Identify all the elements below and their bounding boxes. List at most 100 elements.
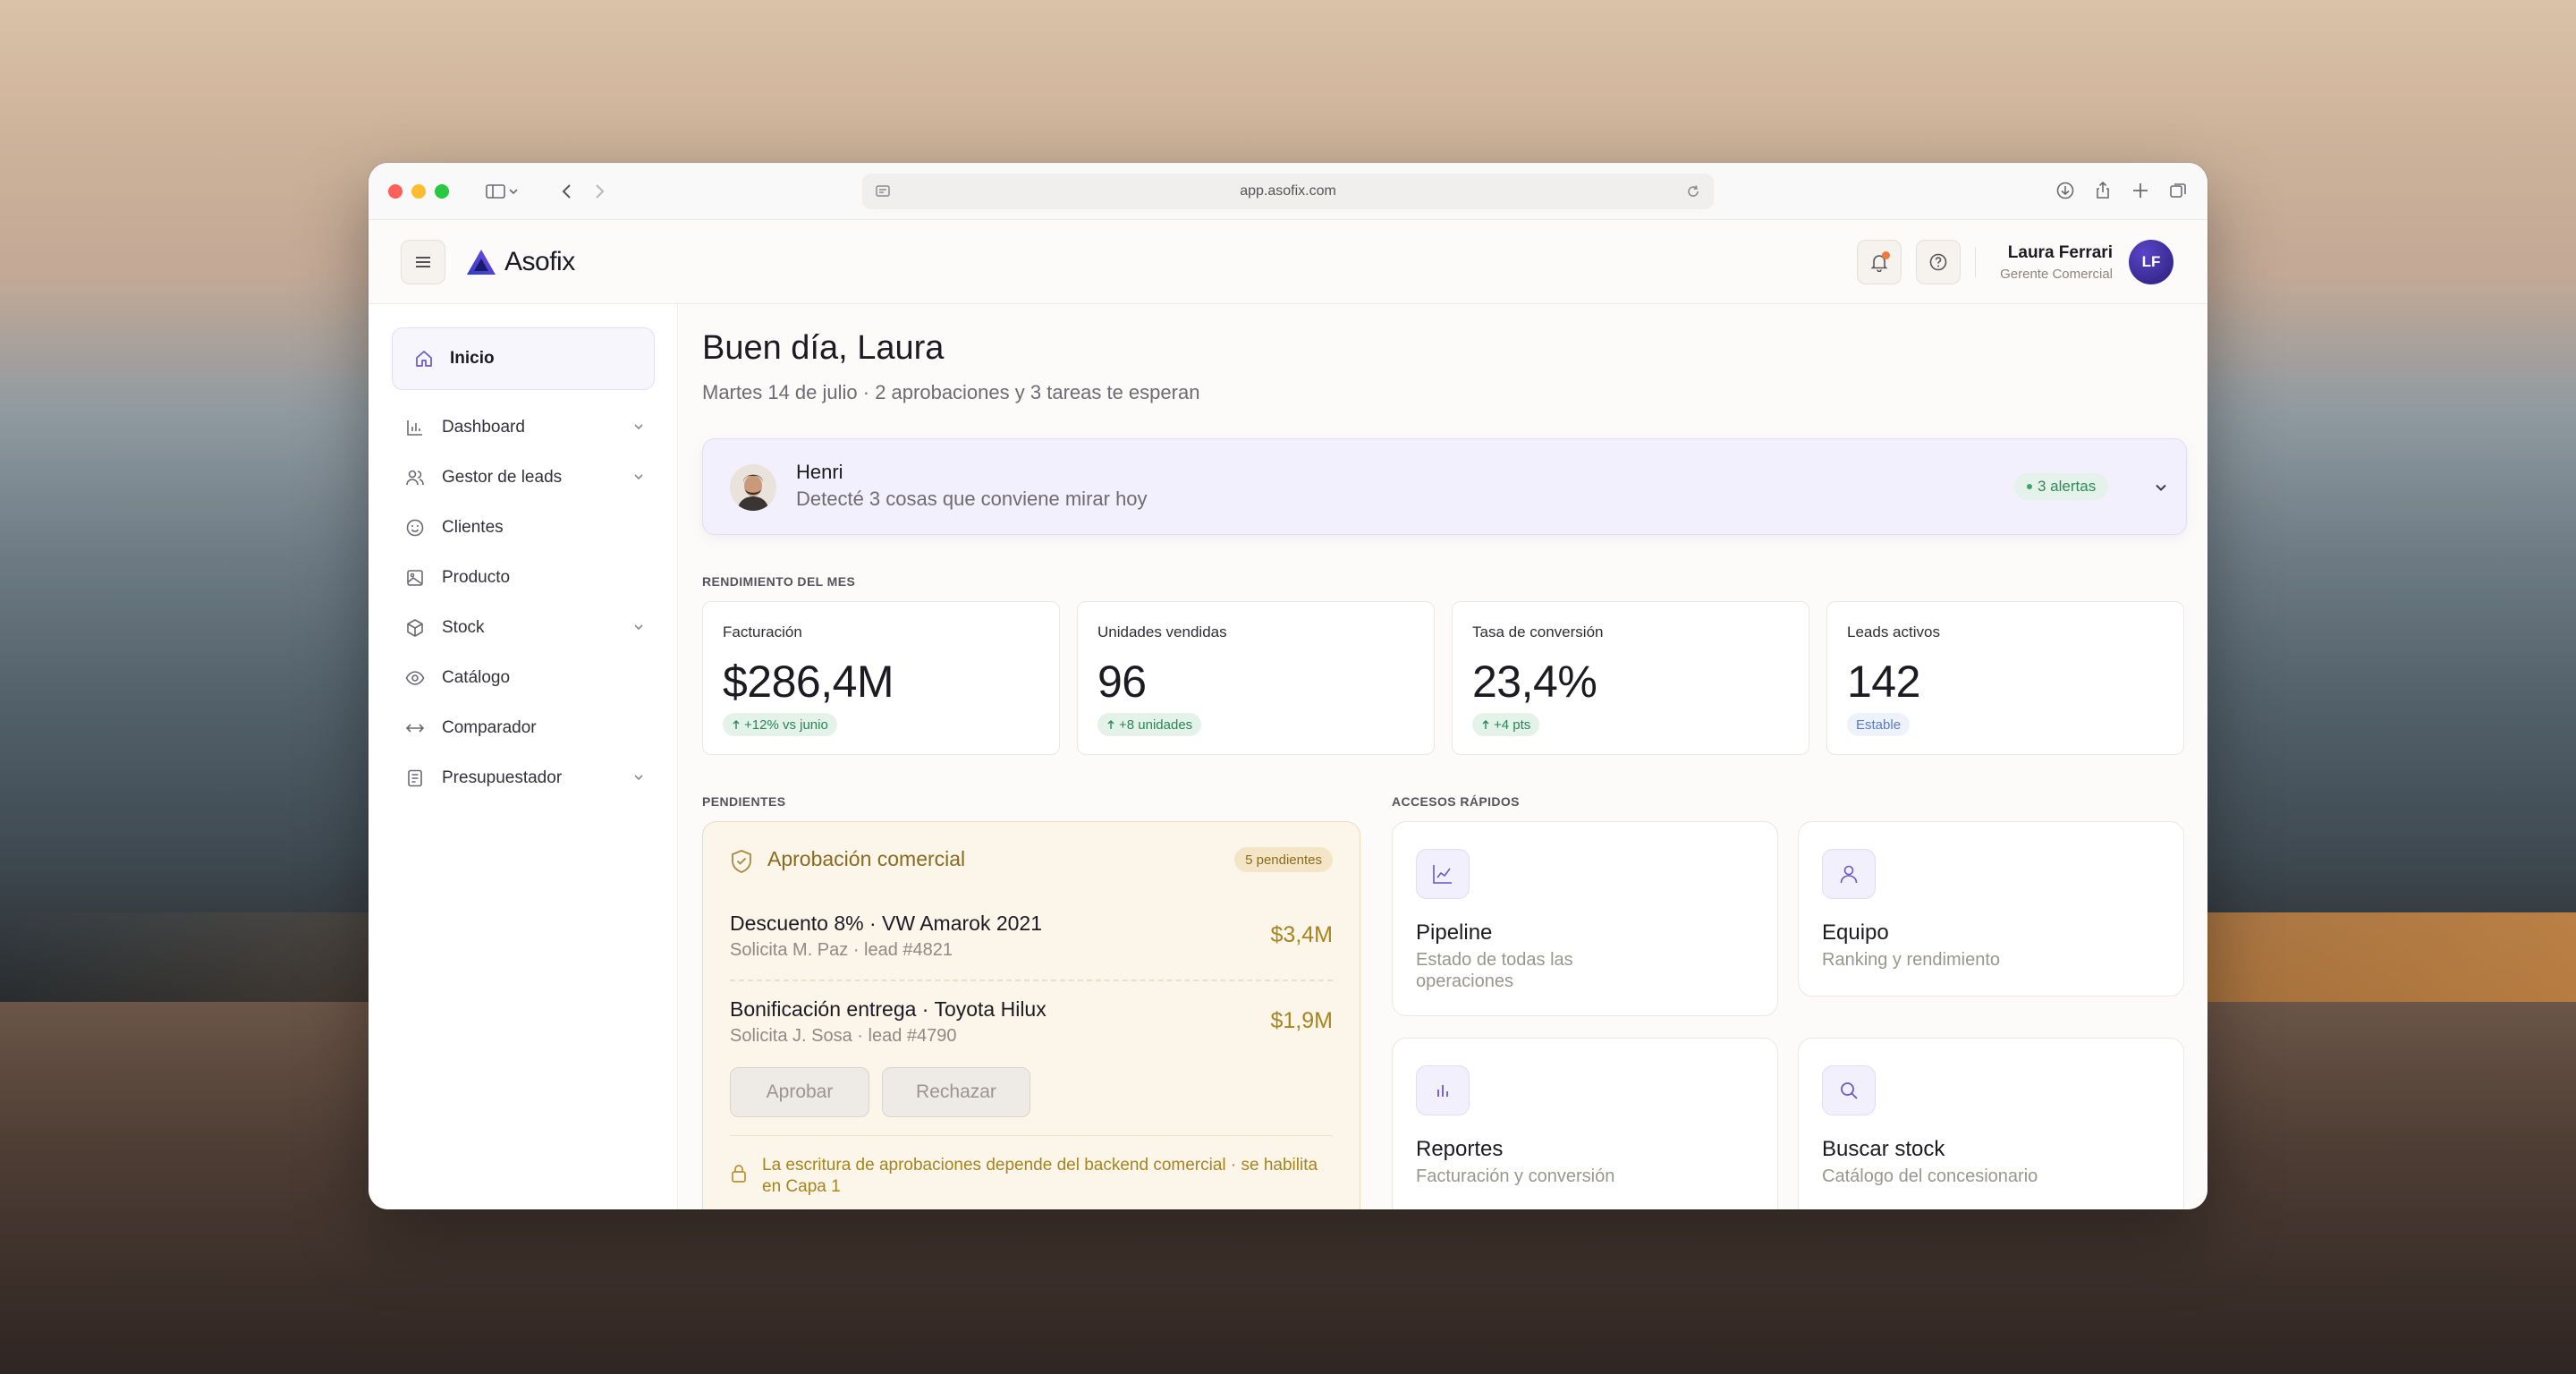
bar-chart-icon bbox=[1416, 1065, 1470, 1115]
kpi-trend-badge: +12% vs junio bbox=[723, 713, 837, 736]
kpi-value: $286,4M bbox=[723, 657, 894, 707]
page-settings-icon[interactable] bbox=[875, 183, 891, 204]
quick-access-pipeline[interactable]: Pipeline Estado de todas las operaciones bbox=[1392, 821, 1778, 1016]
kpi-label: Facturación bbox=[723, 623, 802, 640]
download-icon[interactable] bbox=[2054, 179, 2077, 202]
alerts-badge[interactable]: 3 alertas bbox=[2014, 473, 2109, 500]
sidebar-item-label: Dashboard bbox=[442, 418, 525, 437]
chevron-down-icon[interactable] bbox=[631, 420, 646, 434]
notification-dot bbox=[1882, 251, 1890, 259]
sidebar-item-gestor-de-leads[interactable]: Gestor de leads bbox=[404, 460, 646, 496]
quick-access-reportes[interactable]: Reportes Facturación y conversión bbox=[1392, 1038, 1778, 1209]
home-icon bbox=[416, 351, 432, 367]
quick-access-equipo[interactable]: Equipo Ranking y rendimiento bbox=[1798, 821, 2184, 997]
sidebar-item-inicio[interactable]: Inicio bbox=[392, 327, 655, 390]
quick-access-buscar-stock[interactable]: Buscar stock Catálogo del concesionario bbox=[1798, 1038, 2184, 1209]
sidebar-item-stock[interactable]: Stock bbox=[404, 610, 646, 646]
approval-row-amount: $3,4M bbox=[1270, 922, 1333, 947]
url-text: app.asofix.com bbox=[1240, 183, 1336, 199]
quick-access-title: Reportes bbox=[1416, 1137, 1504, 1161]
menu-button[interactable] bbox=[401, 240, 445, 284]
line-chart-icon bbox=[1416, 849, 1470, 899]
help-icon bbox=[1929, 253, 1947, 271]
kpi-badge-text: Estable bbox=[1856, 717, 1902, 733]
kpi-card-leads[interactable]: Leads activos 142 Estable bbox=[1826, 601, 2184, 755]
sidebar-item-presupuestador[interactable]: Presupuestador bbox=[404, 760, 646, 796]
sidebar-item-clientes[interactable]: Clientes bbox=[404, 510, 646, 546]
kpi-card-unidades[interactable]: Unidades vendidas 96 +8 unidades bbox=[1077, 601, 1435, 755]
notifications-button[interactable] bbox=[1857, 240, 1902, 284]
assistant-name: Henri bbox=[796, 461, 843, 483]
reload-icon[interactable] bbox=[1685, 183, 1701, 204]
quick-access-subtitle: Ranking y rendimiento bbox=[1822, 950, 2000, 970]
approval-note: La escritura de aprobaciones depende del… bbox=[762, 1156, 1318, 1196]
back-button[interactable] bbox=[551, 179, 583, 204]
kpi-card-facturacion[interactable]: Facturación $286,4M +12% vs junio bbox=[702, 601, 1060, 755]
kpi-trend-badge: +8 unidades bbox=[1097, 713, 1202, 736]
tabs-overview-icon[interactable] bbox=[2166, 179, 2190, 202]
approval-row-title[interactable]: Descuento 8% · VW Amarok 2021 bbox=[730, 912, 1042, 936]
quick-section-label: ACCESOS RÁPIDOS bbox=[1392, 794, 1520, 809]
chevron-down-icon[interactable] bbox=[631, 620, 646, 634]
sidebar-item-producto[interactable]: Producto bbox=[404, 560, 646, 596]
kpi-label: Unidades vendidas bbox=[1097, 623, 1227, 640]
minimize-window-button[interactable] bbox=[411, 184, 426, 199]
chevron-down-icon[interactable] bbox=[2152, 479, 2170, 496]
chevron-right-icon bbox=[596, 184, 605, 199]
sidebar-item-label: Stock bbox=[442, 618, 485, 637]
person-icon bbox=[1822, 849, 1876, 899]
document-icon bbox=[404, 768, 426, 789]
address-bar[interactable]: app.asofix.com bbox=[862, 174, 1714, 209]
status-dot bbox=[2027, 484, 2032, 489]
approval-card: Aprobación comercial 5 pendientes Descue… bbox=[702, 821, 1360, 1209]
kpi-value: 96 bbox=[1097, 657, 1147, 707]
kpi-trend-badge: Estable bbox=[1847, 713, 1911, 736]
chevron-down-icon[interactable] bbox=[631, 470, 646, 484]
brand-name: Asofix bbox=[504, 247, 575, 276]
user-name: Laura Ferrari bbox=[2007, 243, 2113, 262]
kpi-value: 23,4% bbox=[1472, 657, 1597, 707]
assistant-banner[interactable]: Henri Detecté 3 cosas que conviene mirar… bbox=[702, 438, 2187, 535]
kpi-card-conversion[interactable]: Tasa de conversión 23,4% +4 pts bbox=[1452, 601, 1809, 755]
sidebar-item-catalogo[interactable]: Catálogo bbox=[404, 660, 646, 696]
share-icon[interactable] bbox=[2091, 179, 2114, 202]
sidebar-item-dashboard[interactable]: Dashboard bbox=[404, 410, 646, 445]
asofix-logo-icon bbox=[467, 250, 496, 275]
arrow-up-icon bbox=[733, 720, 740, 729]
window-controls bbox=[388, 184, 449, 199]
forward-button[interactable] bbox=[583, 179, 615, 204]
sidebar-item-comparador[interactable]: Comparador bbox=[404, 710, 646, 746]
close-window-button[interactable] bbox=[388, 184, 402, 199]
browser-toolbar: app.asofix.com bbox=[369, 163, 2207, 220]
new-tab-icon[interactable] bbox=[2129, 179, 2152, 202]
approve-button[interactable]: Aprobar bbox=[730, 1067, 869, 1117]
approval-row-title[interactable]: Bonificación entrega · Toyota Hilux bbox=[730, 997, 1046, 1022]
brand-logo[interactable]: Asofix bbox=[465, 247, 575, 277]
assistant-message: Detecté 3 cosas que conviene mirar hoy bbox=[796, 488, 1148, 510]
sidebar-item-label: Comparador bbox=[442, 718, 537, 737]
approval-row-subtitle: Solicita J. Sosa · lead #4790 bbox=[730, 1026, 957, 1046]
smile-icon bbox=[404, 517, 426, 539]
sidebar-toggle-button[interactable] bbox=[478, 179, 528, 204]
header-divider bbox=[1975, 247, 1976, 277]
chevron-down-icon[interactable] bbox=[631, 770, 646, 785]
quick-access-subtitle: Estado de todas las operaciones bbox=[1416, 950, 1573, 991]
lock-icon bbox=[732, 1165, 746, 1183]
users-icon bbox=[404, 467, 426, 488]
quick-access-title: Buscar stock bbox=[1822, 1137, 1945, 1161]
quick-access-subtitle: Facturación y conversión bbox=[1416, 1166, 1615, 1186]
maximize-window-button[interactable] bbox=[435, 184, 449, 199]
assistant-avatar bbox=[730, 464, 776, 511]
help-button[interactable] bbox=[1916, 240, 1961, 284]
approval-row-amount: $1,9M bbox=[1270, 1008, 1333, 1033]
avatar[interactable]: LF bbox=[2129, 240, 2174, 284]
card-divider bbox=[730, 1135, 1333, 1136]
kpi-value: 142 bbox=[1847, 657, 1920, 707]
page-title: Buen día, Laura bbox=[702, 329, 945, 367]
user-info[interactable]: Laura Ferrari Gerente Comercial bbox=[2000, 243, 2113, 282]
alerts-count: 3 alertas bbox=[2038, 478, 2097, 495]
reject-button[interactable]: Rechazar bbox=[882, 1067, 1030, 1117]
image-icon bbox=[404, 567, 426, 589]
hamburger-icon bbox=[416, 257, 430, 267]
sidebar-item-label: Gestor de leads bbox=[442, 468, 563, 487]
